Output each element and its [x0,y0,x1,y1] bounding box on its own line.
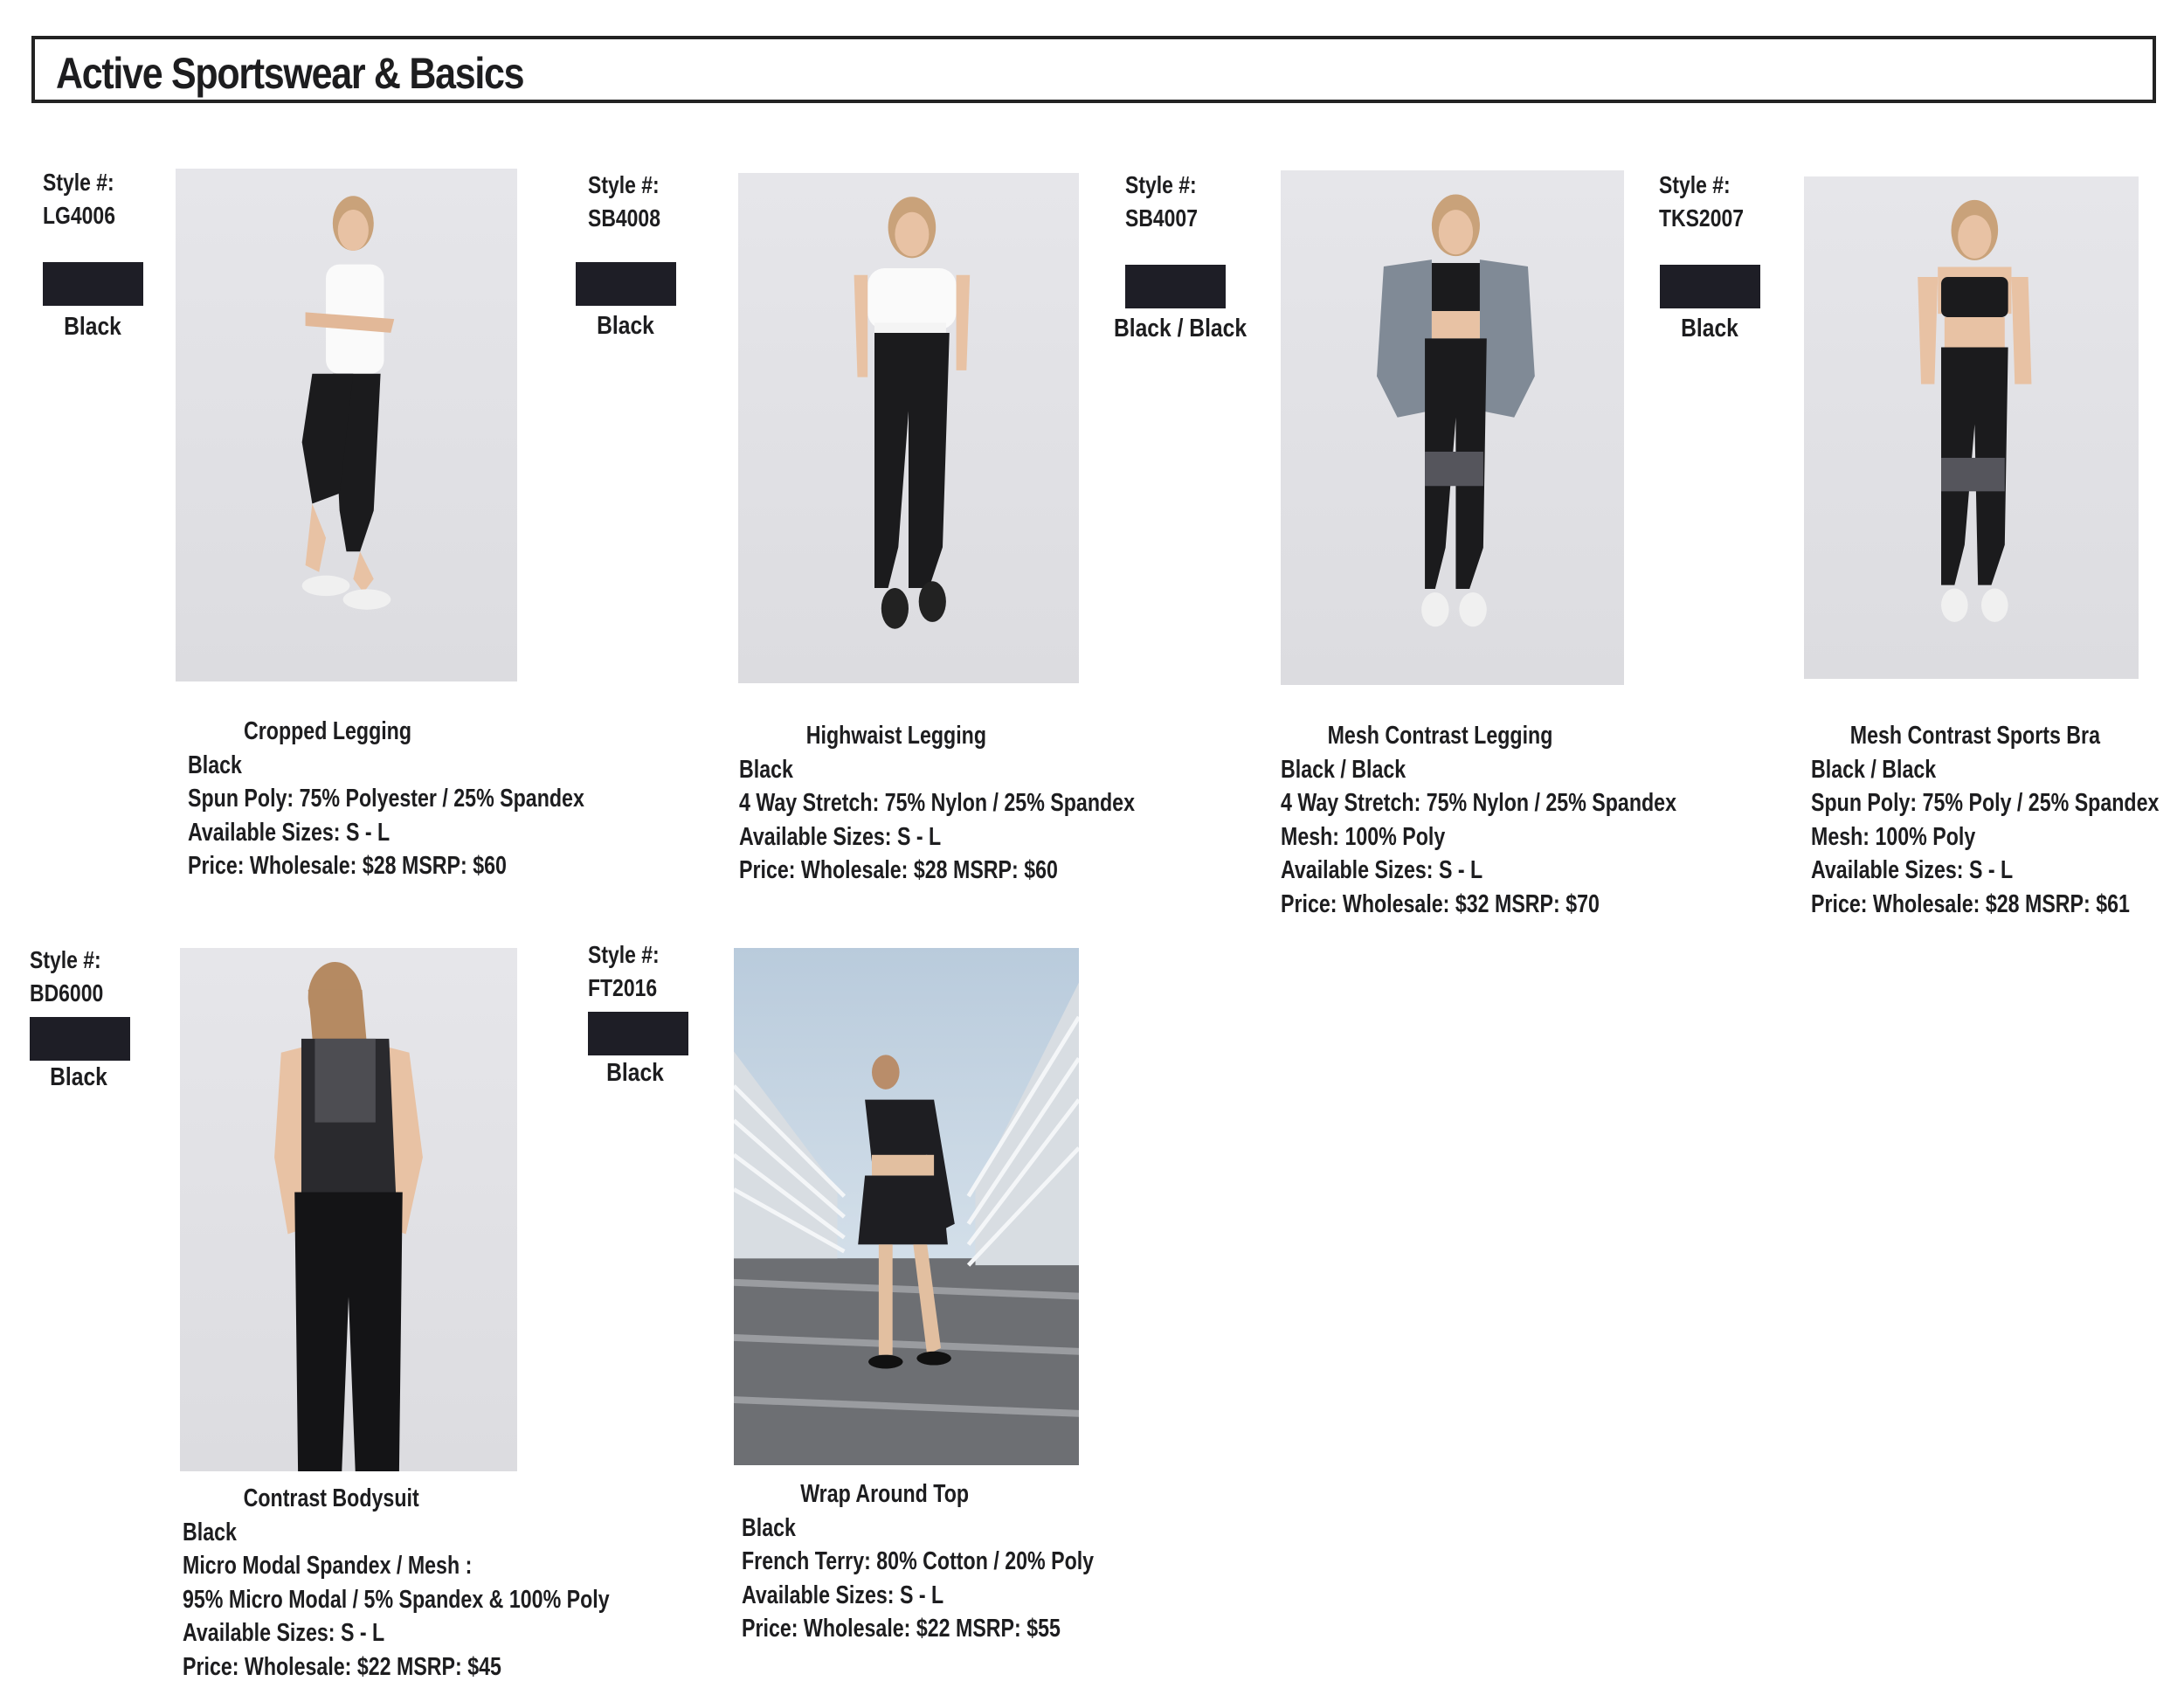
color-swatch [30,1017,130,1061]
style-label: Style #: BD6000 [30,946,104,1007]
swatch-label: Black [1681,315,1738,342]
color-swatch [1660,265,1760,308]
product-sizes: Available Sizes: S - L [1811,856,2014,884]
color-swatch [588,1012,688,1055]
product-price: Price: Wholesale: $28 MSRP: $61 [1811,889,2130,918]
product-fabric-2: Mesh: 100% Poly [1281,822,1446,851]
page-title-box: Active Sportswear & Basics [31,36,2156,103]
product-description: Mesh Contrast Legging Black / Black 4 Wa… [1281,719,1676,921]
swatch-label: Black [50,1063,107,1091]
product-color: Black [742,1513,796,1542]
product-description: Wrap Around Top Black French Terry: 80% … [742,1477,1094,1646]
product-name: Wrap Around Top [800,1480,970,1508]
product-color: Black [188,751,242,779]
product-color: Black [183,1518,237,1546]
product-sizes: Available Sizes: S - L [739,822,942,851]
swatch-label: Black [64,313,121,341]
color-swatch [1125,265,1226,308]
product-fabric: French Terry: 80% Cotton / 20% Poly [742,1547,1095,1575]
swatch-label: Black [597,312,654,340]
page-title: Active Sportswear & Basics [56,49,525,98]
product-sizes: Available Sizes: S - L [183,1619,385,1647]
product-price: Price: Wholesale: $32 MSRP: $70 [1281,889,1600,918]
product-name: Cropped Legging [244,717,412,745]
product-photo [1281,170,1624,685]
style-label: Style #: SB4007 [1125,171,1198,232]
product-photo [176,169,517,681]
product-photo [738,173,1079,683]
style-label: Style #: LG4006 [43,169,115,229]
product-description: Highwaist Legging Black 4 Way Stretch: 7… [739,719,1135,888]
product-description: Contrast Bodysuit Black Micro Modal Span… [183,1482,610,1684]
product-fabric: Spun Poly: 75% Polyester / 25% Spandex [188,785,584,813]
style-label: Style #: FT2016 [588,941,660,1001]
product-fabric: 4 Way Stretch: 75% Nylon / 25% Spandex [1281,789,1676,817]
product-sizes: Available Sizes: S - L [188,818,390,847]
product-name: Contrast Bodysuit [243,1484,419,1512]
swatch-label: Black [606,1059,664,1087]
product-price: Price: Wholesale: $28 MSRP: $60 [188,852,507,880]
product-fabric-2: 95% Micro Modal / 5% Spandex & 100% Poly [183,1585,610,1614]
product-description: Cropped Legging Black Spun Poly: 75% Pol… [188,715,584,883]
swatch-label: Black / Black [1113,315,1248,342]
product-name: Mesh Contrast Sports Bra [1849,722,2100,750]
product-photo [734,948,1079,1465]
product-fabric-2: Mesh: 100% Poly [1811,822,1976,851]
color-swatch [43,262,143,306]
product-description: Mesh Contrast Sports Bra Black / Black S… [1811,719,2159,921]
product-price: Price: Wholesale: $22 MSRP: $45 [183,1652,501,1681]
product-sizes: Available Sizes: S - L [1281,856,1483,884]
product-color: Black / Black [1811,755,1937,784]
product-photo [180,948,517,1471]
product-fabric: Micro Modal Spandex / Mesh : [183,1552,473,1580]
product-sizes: Available Sizes: S - L [742,1581,944,1609]
product-fabric: Spun Poly: 75% Poly / 25% Spandex [1811,789,2160,817]
product-price: Price: Wholesale: $28 MSRP: $60 [739,856,1058,884]
color-swatch [576,262,676,306]
product-name: Highwaist Legging [805,722,987,750]
product-color: Black [739,755,793,784]
style-label: Style #: SB4008 [588,171,660,232]
product-color: Black / Black [1281,755,1406,784]
product-photo [1804,176,2139,679]
product-name: Mesh Contrast Legging [1327,722,1553,750]
style-label: Style #: TKS2007 [1659,171,1745,232]
product-fabric: 4 Way Stretch: 75% Nylon / 25% Spandex [739,789,1135,817]
product-price: Price: Wholesale: $22 MSRP: $55 [742,1615,1061,1643]
